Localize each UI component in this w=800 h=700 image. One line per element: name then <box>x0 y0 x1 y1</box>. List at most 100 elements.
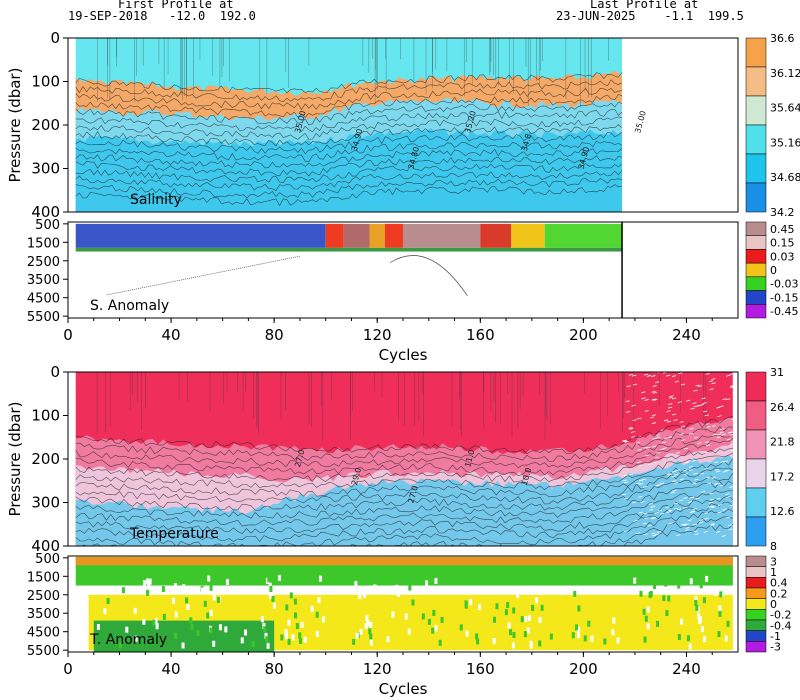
colorbar-label: 21.8 <box>770 436 795 449</box>
anomaly-speckle <box>688 643 692 650</box>
colorbar-swatch <box>745 262 767 278</box>
y-tick-label: 200 <box>31 450 60 468</box>
x-tick-label: 240 <box>672 660 701 678</box>
anomaly-speckle <box>209 627 213 634</box>
colorbar-swatch <box>745 400 767 431</box>
colorbar-swatch <box>745 487 767 518</box>
anomaly-speckle <box>459 624 463 631</box>
anomaly-speckle <box>319 575 323 582</box>
anomaly-speckle <box>493 616 497 623</box>
y-tick-label: 100 <box>31 73 60 91</box>
anomaly-speckle <box>315 630 319 637</box>
colorbar-label: 36.6 <box>770 32 795 45</box>
anomaly-speckle <box>717 631 721 638</box>
colorbar-swatch <box>745 276 767 291</box>
anomaly-speckle <box>358 593 362 600</box>
colorbar-label: 0.03 <box>770 250 795 263</box>
y-tick-label: 5500 <box>27 310 60 325</box>
x-axis-label: Cycles <box>379 680 428 698</box>
anomaly-speckle <box>477 576 481 583</box>
anomaly-speckle <box>606 579 610 586</box>
anomaly-speckle <box>573 590 577 597</box>
colorbar-label: 8 <box>770 540 777 553</box>
anomaly-speckle <box>575 624 579 631</box>
anomaly-speckle <box>646 623 650 630</box>
anomaly-speckle <box>291 634 295 641</box>
x-tick-label: 160 <box>466 660 495 678</box>
anomaly-speckle <box>267 576 271 583</box>
anomaly-speckle <box>656 620 660 627</box>
anomaly-speckle <box>391 611 395 618</box>
anomaly-speckle <box>300 621 304 628</box>
anomaly-speckle <box>212 640 216 647</box>
anomaly-segment <box>511 223 545 248</box>
anomaly-speckle <box>662 595 666 602</box>
colorbar-label: 34.68 <box>770 171 800 184</box>
anomaly-speckle <box>277 574 281 581</box>
anomaly-speckle <box>633 577 637 584</box>
anomaly-speckle <box>295 623 299 630</box>
y-tick-label: 3500 <box>27 607 60 622</box>
anomaly-speckle <box>265 636 269 643</box>
anomaly-speckle <box>492 637 496 644</box>
anomaly-speckle <box>513 578 517 585</box>
anomaly-speckle <box>523 631 527 638</box>
anomaly-speckle <box>576 631 580 638</box>
anomaly-speckle <box>612 617 616 624</box>
anomaly-speckle <box>218 624 222 631</box>
x-tick-label: 240 <box>672 326 701 344</box>
anomaly-speckle <box>189 617 193 624</box>
panel-label: S. Anomaly <box>90 298 169 314</box>
anomaly-speckle <box>369 621 373 628</box>
anomaly-speckle <box>664 580 668 587</box>
anomaly-speckle <box>185 597 189 604</box>
x-tick-label: 0 <box>63 660 73 678</box>
y-tick-label: 500 <box>35 218 60 233</box>
anomaly-speckle <box>180 577 184 584</box>
colorbar-label: 35.64 <box>770 102 800 115</box>
anomaly-speckle <box>648 592 652 599</box>
panel-1: 35.0034.9034.8035.2034.834.9035.00 <box>63 37 767 213</box>
anomaly-speckle <box>689 578 693 585</box>
colorbar-swatch <box>745 95 767 126</box>
colorbar-swatch <box>745 516 767 547</box>
anomaly-speckle <box>363 592 367 599</box>
anomaly-speckle <box>642 608 646 615</box>
anomaly-speckle <box>396 590 400 597</box>
anomaly-speckle <box>321 616 325 623</box>
anomaly-speckle <box>217 596 221 603</box>
anomaly-speckle <box>549 633 553 640</box>
anomaly-speckle <box>173 583 177 590</box>
colorbar-label: -0.45 <box>770 305 798 318</box>
anomaly-speckle <box>603 638 607 645</box>
anomaly-segment <box>343 223 370 248</box>
anomaly-speckle <box>509 629 513 636</box>
anomaly-speckle <box>529 642 533 649</box>
anomaly-speckle <box>552 578 556 585</box>
anomaly-speckle <box>583 586 587 593</box>
colorbar-label: 0 <box>770 264 777 277</box>
anomaly-speckle <box>620 587 624 594</box>
plot-area <box>68 556 738 652</box>
anomaly-speckle <box>407 628 411 635</box>
anomaly-speckle <box>207 575 211 582</box>
anomaly-speckle <box>266 642 270 649</box>
colorbar-label: 35.16 <box>770 136 800 149</box>
anomaly-speckle <box>321 588 325 595</box>
anomaly-speckle <box>540 604 544 611</box>
anomaly-speckle <box>431 627 435 634</box>
anomaly-speckle <box>386 636 390 643</box>
anomaly-speckle <box>143 580 147 587</box>
x-tick-label: 200 <box>569 660 598 678</box>
anomaly-speckle <box>437 587 441 594</box>
colorbar-label: 0.15 <box>770 237 795 250</box>
x-tick-label: 0 <box>63 326 73 344</box>
anomaly-speckle <box>287 638 291 645</box>
anomaly-speckle <box>206 612 210 619</box>
anomaly-speckle <box>352 638 356 645</box>
anomaly-speckle <box>507 622 511 629</box>
anomaly-speckle <box>653 583 657 590</box>
anomaly-speckle <box>506 602 510 609</box>
anomaly-speckle <box>679 618 683 625</box>
anomaly-speckle <box>705 575 709 582</box>
